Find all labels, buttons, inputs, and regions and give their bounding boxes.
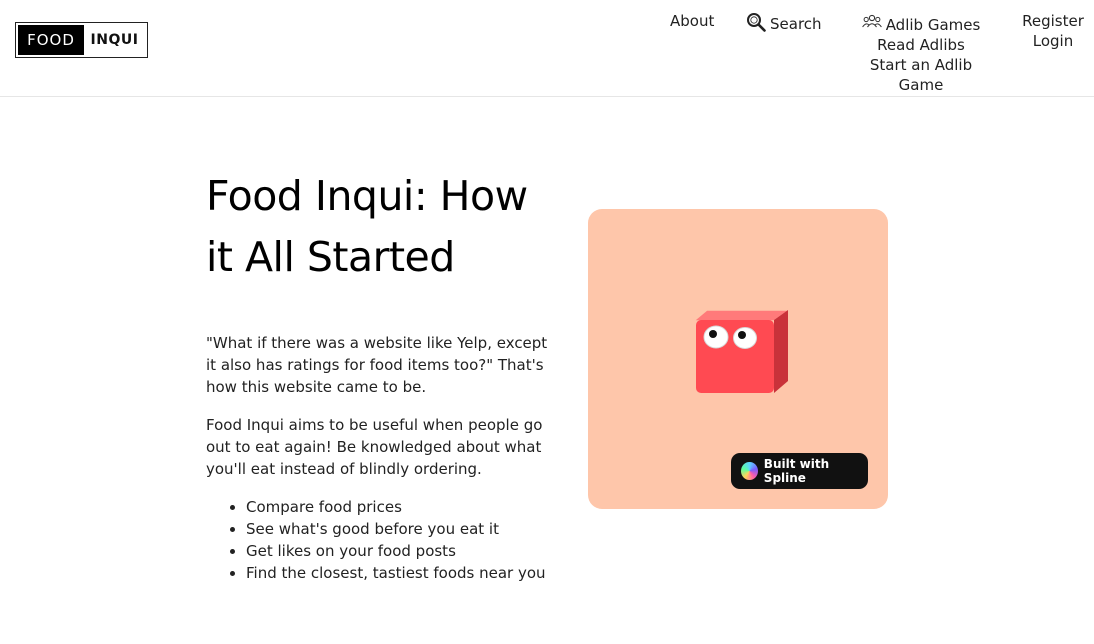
nav-adlib-menu: Adlib Games Read Adlibs Start an Adlib G… xyxy=(850,14,992,95)
logo-food-text: FOOD xyxy=(18,25,84,55)
nav-read-adlibs-link[interactable]: Read Adlibs xyxy=(850,35,992,55)
nav-auth-links: Register Login xyxy=(1016,11,1090,51)
nav-search-link[interactable]: Search xyxy=(746,12,822,36)
feature-item: Get likes on your food posts xyxy=(246,540,551,562)
nav-register-link[interactable]: Register xyxy=(1016,11,1090,31)
page-title: Food Inqui: How it All Started xyxy=(206,172,528,281)
spline-logo-icon xyxy=(741,462,758,480)
logo-inqui-text: INQUI xyxy=(90,32,139,48)
feature-item: See what's good before you eat it xyxy=(246,518,551,540)
site-logo[interactable]: FOOD INQUI xyxy=(15,22,148,58)
intro-paragraph-1: "What if there was a website like Yelp, … xyxy=(206,334,548,396)
people-group-icon xyxy=(861,14,882,35)
nav-search-label: Search xyxy=(770,15,822,33)
site-header: FOOD INQUI About Search Adlib Games Read… xyxy=(0,0,1094,97)
nav-start-adlib-link[interactable]: Start an Adlib Game xyxy=(850,55,992,95)
built-with-spline-badge[interactable]: Built with Spline xyxy=(731,453,868,489)
search-icon xyxy=(746,12,766,36)
spline-3d-scene[interactable]: Built with Spline xyxy=(588,209,888,509)
intro-section: Food Inqui: How it All Started "What if … xyxy=(206,166,551,584)
nav-about-link[interactable]: About xyxy=(670,12,714,30)
intro-paragraph-2: Food Inqui aims to be useful when people… xyxy=(206,416,543,478)
spline-badge-label: Built with Spline xyxy=(763,457,830,485)
nav-adlib-games-label: Adlib Games xyxy=(885,15,981,34)
feature-list: Compare food prices See what's good befo… xyxy=(206,496,551,584)
nav-adlib-games-link[interactable]: Adlib Games xyxy=(850,14,992,35)
red-cube-character xyxy=(695,310,788,393)
feature-item: Compare food prices xyxy=(246,496,551,518)
feature-item: Find the closest, tastiest foods near yo… xyxy=(246,562,551,584)
nav-login-link[interactable]: Login xyxy=(1016,31,1090,51)
